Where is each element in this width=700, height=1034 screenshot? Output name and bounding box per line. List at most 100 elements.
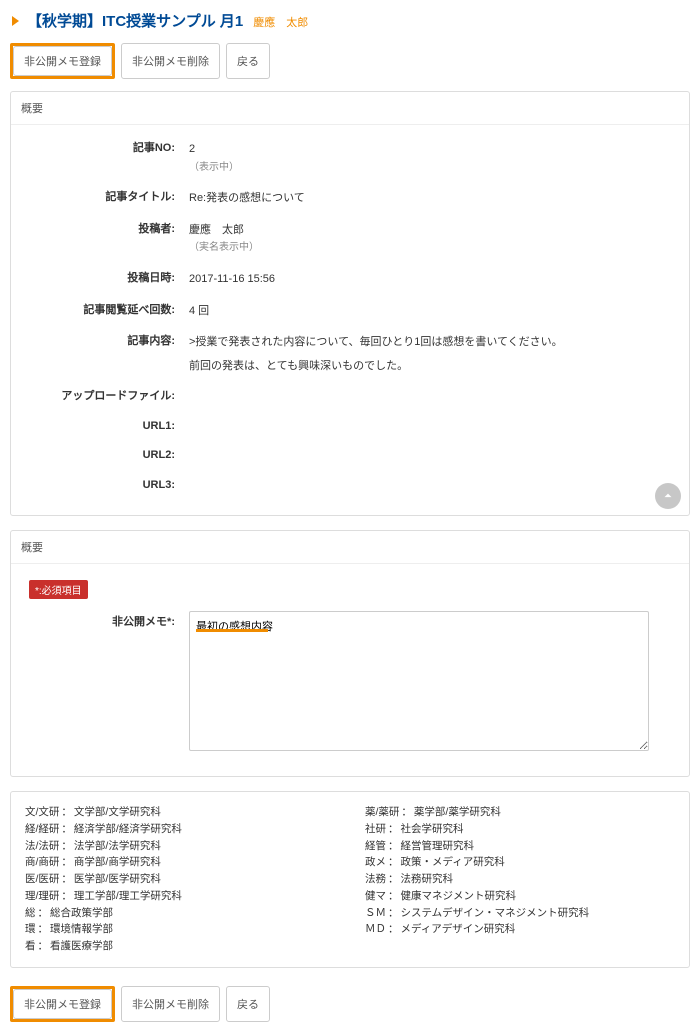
value-upload [189, 389, 671, 404]
footer-row: 社研：社会学研究科 [365, 821, 675, 838]
footer-value: 看護医療学部 [50, 938, 113, 955]
label-article-no: 記事NO: [29, 141, 189, 176]
label-url2: URL2: [29, 448, 189, 463]
colon-separator: ： [386, 921, 401, 938]
label-content: 記事内容: [29, 334, 189, 375]
label-view-count: 記事閲覧延べ回数: [29, 303, 189, 321]
footer-value: 医学部/医学研究科 [74, 871, 161, 888]
footer-row: 総：総合政策学部 [25, 905, 335, 922]
footer-row: 薬/薬研：薬学部/薬学研究科 [365, 804, 675, 821]
colon-separator: ： [59, 838, 74, 855]
footer-key: 法/法研 [25, 838, 59, 855]
page-header: 【秋学期】ITC授業サンプル 月1 慶應 太郎 [0, 0, 700, 39]
memo-textarea[interactable] [189, 611, 649, 751]
footer-row: 環：環境情報学部 [25, 921, 335, 938]
footer-row: ＭＤ：メディアデザイン研究科 [365, 921, 675, 938]
row-poster: 投稿者: 慶應 太郎 （実名表示中） [29, 222, 671, 257]
value-content: >授業で発表された内容について、毎回ひとり1回は感想を書いてください。 前回の発… [189, 334, 671, 375]
label-poster: 投稿者: [29, 222, 189, 257]
footer-key: 理/理研 [25, 888, 59, 905]
value-article-title: Re:発表の感想について [189, 190, 671, 208]
footer-row: 商/商研：商学部/商学研究科 [25, 854, 335, 871]
colon-separator: ： [386, 821, 401, 838]
back-button[interactable]: 戻る [226, 43, 270, 79]
value-poster: 慶應 太郎 （実名表示中） [189, 222, 671, 257]
row-posted-at: 投稿日時: 2017-11-16 15:56 [29, 271, 671, 289]
chevron-right-icon [12, 16, 19, 26]
row-upload: アップロードファイル: [29, 389, 671, 404]
footer-value: 社会学研究科 [401, 821, 464, 838]
label-upload: アップロードファイル: [29, 389, 189, 404]
value-url3 [189, 478, 671, 493]
footer-key: 薬/薬研 [365, 804, 399, 821]
footer-value: メディアデザイン研究科 [401, 921, 516, 938]
footer-value: システムデザイン・マネジメント研究科 [401, 905, 590, 922]
summary-panel: 概要 記事NO: 2 （表示中） 記事タイトル: Re:発表の感想について 投稿… [10, 91, 690, 516]
colon-separator: ： [386, 905, 401, 922]
poster-sub: （実名表示中） [189, 242, 259, 253]
row-url1: URL1: [29, 419, 671, 434]
colon-separator: ： [59, 854, 74, 871]
footer-key: 経管 [365, 838, 386, 855]
footer-col-right: 薬/薬研：薬学部/薬学研究科社研：社会学研究科経管：経営管理研究科政メ：政策・メ… [365, 804, 675, 955]
footer-row: 健マ：健康マネジメント研究科 [365, 888, 675, 905]
value-url2 [189, 448, 671, 463]
footer-row: 看：看護医療学部 [25, 938, 335, 955]
memo-panel-title: 概要 [11, 531, 689, 564]
colon-separator: ： [386, 838, 401, 855]
footer-key: 医/医研 [25, 871, 59, 888]
page-author: 慶應 太郎 [253, 14, 308, 30]
top-button-row: 非公開メモ登録 非公開メモ削除 戻る [0, 39, 700, 91]
value-url1 [189, 419, 671, 434]
highlight-register-top: 非公開メモ登録 [10, 43, 115, 79]
footer-key: 文/文研 [25, 804, 59, 821]
scroll-to-top-button[interactable] [655, 483, 681, 509]
footer-value: 理工学部/理工学研究科 [74, 888, 182, 905]
article-no-value: 2 [189, 143, 195, 155]
label-memo: 非公開メモ*: [29, 611, 189, 754]
row-view-count: 記事閲覧延べ回数: 4 回 [29, 303, 671, 321]
footer-row: 文/文研：文学部/文学研究科 [25, 804, 335, 821]
footer-value: 法務研究科 [401, 871, 454, 888]
required-badge: *:必須項目 [29, 580, 88, 599]
value-article-no: 2 （表示中） [189, 141, 671, 176]
footer-legend: 文/文研：文学部/文学研究科経/経研：経済学部/経済学研究科法/法研：法学部/法… [10, 791, 690, 968]
colon-separator: ： [59, 821, 74, 838]
footer-value: 文学部/文学研究科 [74, 804, 161, 821]
footer-row: ＳＭ：システムデザイン・マネジメント研究科 [365, 905, 675, 922]
footer-value: 政策・メディア研究科 [401, 854, 505, 871]
bottom-button-row: 非公開メモ登録 非公開メモ削除 戻る [0, 982, 700, 1034]
row-article-no: 記事NO: 2 （表示中） [29, 141, 671, 176]
summary-panel-title: 概要 [11, 92, 689, 125]
delete-memo-button-bottom[interactable]: 非公開メモ削除 [121, 986, 220, 1022]
content-line2: 前回の発表は、とても興味深いものでした。 [189, 358, 671, 376]
row-url2: URL2: [29, 448, 671, 463]
footer-value: 経営管理研究科 [401, 838, 475, 855]
footer-key: 法務 [365, 871, 386, 888]
footer-key: 環 [25, 921, 36, 938]
footer-value: 健康マネジメント研究科 [401, 888, 517, 905]
footer-row: 政メ：政策・メディア研究科 [365, 854, 675, 871]
back-button-bottom[interactable]: 戻る [226, 986, 270, 1022]
colon-separator: ： [386, 888, 401, 905]
register-memo-button-bottom[interactable]: 非公開メモ登録 [13, 989, 112, 1019]
footer-value: 経済学部/経済学研究科 [74, 821, 182, 838]
register-memo-button[interactable]: 非公開メモ登録 [13, 46, 112, 76]
label-posted-at: 投稿日時: [29, 271, 189, 289]
article-no-sub: （表示中） [189, 162, 239, 173]
footer-key: 総 [25, 905, 36, 922]
colon-separator: ： [36, 921, 51, 938]
highlight-register-bottom: 非公開メモ登録 [10, 986, 115, 1022]
footer-value: 総合政策学部 [50, 905, 113, 922]
memo-textarea-wrap [189, 611, 671, 754]
footer-row: 法/法研：法学部/法学研究科 [25, 838, 335, 855]
footer-value: 法学部/法学研究科 [74, 838, 161, 855]
colon-separator: ： [36, 905, 51, 922]
footer-key: 健マ [365, 888, 386, 905]
footer-value: 環境情報学部 [50, 921, 113, 938]
footer-key: ＭＤ [365, 921, 386, 938]
colon-separator: ： [399, 804, 414, 821]
row-url3: URL3: [29, 478, 671, 493]
summary-panel-body: 記事NO: 2 （表示中） 記事タイトル: Re:発表の感想について 投稿者: … [11, 125, 689, 515]
delete-memo-button[interactable]: 非公開メモ削除 [121, 43, 220, 79]
